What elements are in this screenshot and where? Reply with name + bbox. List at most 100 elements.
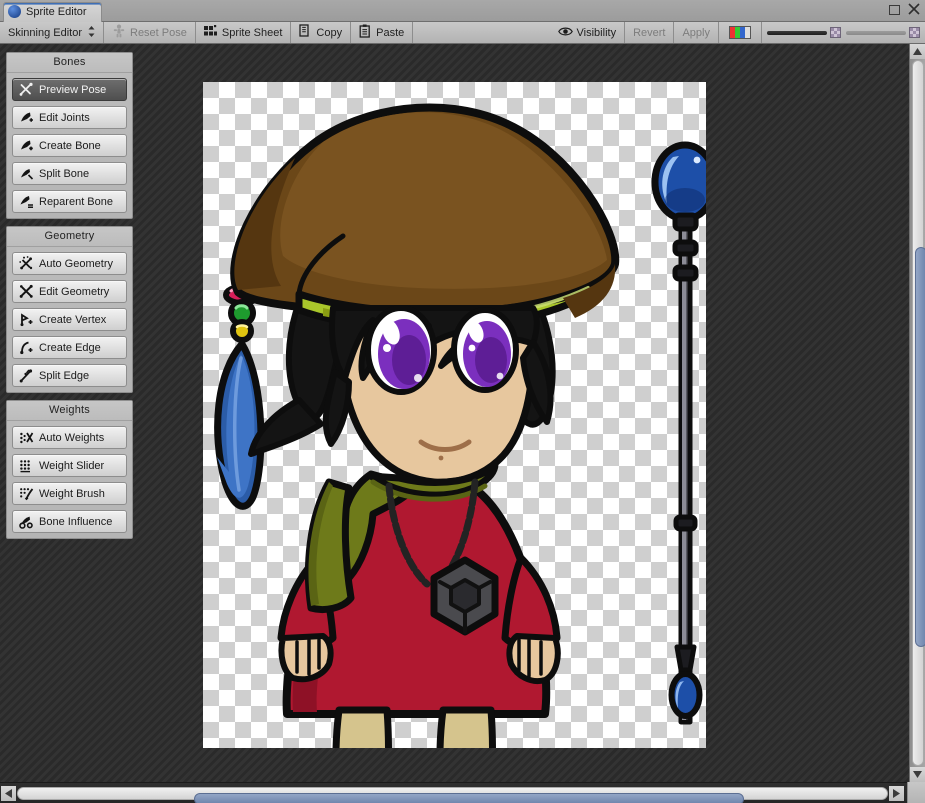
sprite-editor-window: Sprite Editor Skinning Editor Reset Pose…: [0, 0, 925, 803]
apply-button[interactable]: Apply: [674, 22, 719, 43]
sprite-sheet-label: Sprite Sheet: [221, 26, 283, 39]
bone-influence-icon: [19, 514, 34, 529]
canvas-viewport[interactable]: [0, 44, 909, 782]
weights-group: Weights Auto Weights Weight Slider Weight B…: [6, 400, 133, 539]
updown-arrows-icon: [88, 26, 95, 39]
scroll-up-arrow-icon[interactable]: [910, 44, 925, 59]
zoom-slider[interactable]: [846, 22, 925, 43]
tool-label: Edit Geometry: [39, 285, 110, 298]
visibility-button[interactable]: Visibility: [549, 22, 626, 43]
weight-slider-icon: [19, 458, 34, 473]
split-bone-icon: [19, 166, 34, 181]
tool-label: Split Bone: [39, 167, 90, 180]
zoom-slider-track: [846, 30, 906, 35]
bones-group-header: Bones: [7, 53, 132, 73]
minimize-icon[interactable]: [887, 2, 901, 16]
weight-brush-icon: [19, 486, 34, 501]
vertical-scroll-trough[interactable]: [912, 60, 925, 766]
create-vertex-button[interactable]: Create Vertex: [12, 308, 127, 331]
rgb-channel-swatch[interactable]: [719, 22, 762, 43]
create-bone-icon: [19, 138, 34, 153]
weights-group-header: Weights: [7, 401, 132, 421]
tool-label: Create Vertex: [39, 313, 107, 326]
auto-weights-button[interactable]: Auto Weights: [12, 426, 127, 449]
sprite-sheet-icon: [203, 24, 218, 41]
tool-label: Create Bone: [39, 139, 101, 152]
scrollbar-corner: [907, 782, 925, 803]
geometry-group-header: Geometry: [7, 227, 132, 247]
tool-sidebar: Bones Preview Pose Edit Joints Create Bone S…: [6, 52, 133, 546]
create-vertex-icon: [19, 312, 34, 327]
main-toolbar: Skinning Editor Reset Pose Sprite Sheet …: [0, 22, 925, 44]
tool-label: Edit Joints: [39, 111, 90, 124]
toolbar-spacer: [413, 22, 550, 43]
sprite-canvas[interactable]: [203, 82, 706, 748]
horizontal-scroll-trough[interactable]: [17, 787, 888, 803]
revert-button[interactable]: Revert: [625, 22, 675, 43]
opacity-slider[interactable]: [762, 22, 846, 43]
opacity-slider-knob[interactable]: [830, 27, 841, 38]
edit-joints-icon: [19, 110, 34, 125]
scroll-left-arrow-icon[interactable]: [1, 786, 16, 801]
tool-label: Auto Geometry: [39, 257, 113, 270]
close-icon[interactable]: [907, 2, 921, 16]
weight-brush-button[interactable]: Weight Brush: [12, 482, 127, 505]
window-controls: [887, 2, 921, 16]
body: [277, 460, 561, 748]
staff: [651, 141, 706, 725]
color-chip-icon: [729, 26, 751, 39]
split-bone-button[interactable]: Split Bone: [12, 162, 127, 185]
auto-weights-icon: [19, 430, 34, 445]
weight-slider-button[interactable]: Weight Slider: [12, 454, 127, 477]
edit-joints-button[interactable]: Edit Joints: [12, 106, 127, 129]
reparent-bone-icon: [19, 194, 34, 209]
scroll-right-arrow-icon[interactable]: [889, 786, 904, 801]
visibility-label: Visibility: [576, 26, 617, 39]
create-bone-button[interactable]: Create Bone: [12, 134, 127, 157]
sprite-editor-icon: [8, 5, 21, 18]
paste-button[interactable]: Paste: [351, 22, 414, 43]
edit-geometry-icon: [19, 284, 34, 299]
bones-group: Bones Preview Pose Edit Joints Create Bone S…: [6, 52, 133, 219]
tab-label: Sprite Editor: [26, 6, 87, 18]
horizontal-scroll-thumb[interactable]: [194, 793, 744, 803]
reset-pose-icon: [112, 24, 126, 41]
auto-geometry-icon: [19, 256, 34, 271]
mode-label: Skinning Editor: [8, 26, 82, 39]
sprite-sheet-button[interactable]: Sprite Sheet: [195, 22, 292, 43]
create-edge-button[interactable]: Create Edge: [12, 336, 127, 359]
apply-label: Apply: [682, 26, 710, 39]
window-titlebar: Sprite Editor: [0, 0, 925, 33]
tool-label: Auto Weights: [39, 431, 105, 444]
opacity-slider-track: [767, 30, 827, 35]
tool-label: Create Edge: [39, 341, 101, 354]
copy-button[interactable]: Copy: [291, 22, 352, 43]
reparent-bone-button[interactable]: Reparent Bone: [12, 190, 127, 213]
hat-tassel: [214, 284, 265, 510]
reset-pose-button[interactable]: Reset Pose: [104, 22, 196, 43]
copy-icon: [299, 24, 312, 41]
create-edge-icon: [19, 340, 34, 355]
tab-sprite-editor[interactable]: Sprite Editor: [3, 2, 102, 22]
split-edge-icon: [19, 368, 34, 383]
edit-geometry-button[interactable]: Edit Geometry: [12, 280, 127, 303]
geometry-group: Geometry Auto Geometry Edit Geometry Create…: [6, 226, 133, 393]
horizontal-scrollbar[interactable]: [0, 782, 925, 803]
split-edge-button[interactable]: Split Edge: [12, 364, 127, 387]
vertical-scroll-thumb[interactable]: [915, 247, 925, 647]
auto-geometry-button[interactable]: Auto Geometry: [12, 252, 127, 275]
copy-label: Copy: [316, 26, 343, 39]
vertical-scrollbar[interactable]: [909, 44, 925, 782]
eye-icon: [557, 26, 573, 40]
reset-pose-label: Reset Pose: [130, 26, 187, 39]
toolbar-right-section: Visibility Revert Apply: [549, 22, 925, 43]
tool-label: Weight Slider: [39, 459, 105, 472]
preview-pose-button[interactable]: Preview Pose: [12, 78, 127, 101]
skinning-editor-dropdown[interactable]: Skinning Editor: [0, 22, 104, 43]
tool-label: Reparent Bone: [39, 195, 113, 208]
wizard-girl-sprite: [214, 103, 706, 748]
bone-influence-button[interactable]: Bone Influence: [12, 510, 127, 533]
wizard-hat: [230, 103, 620, 333]
zoom-slider-knob[interactable]: [909, 27, 920, 38]
scroll-down-arrow-icon[interactable]: [910, 767, 925, 782]
